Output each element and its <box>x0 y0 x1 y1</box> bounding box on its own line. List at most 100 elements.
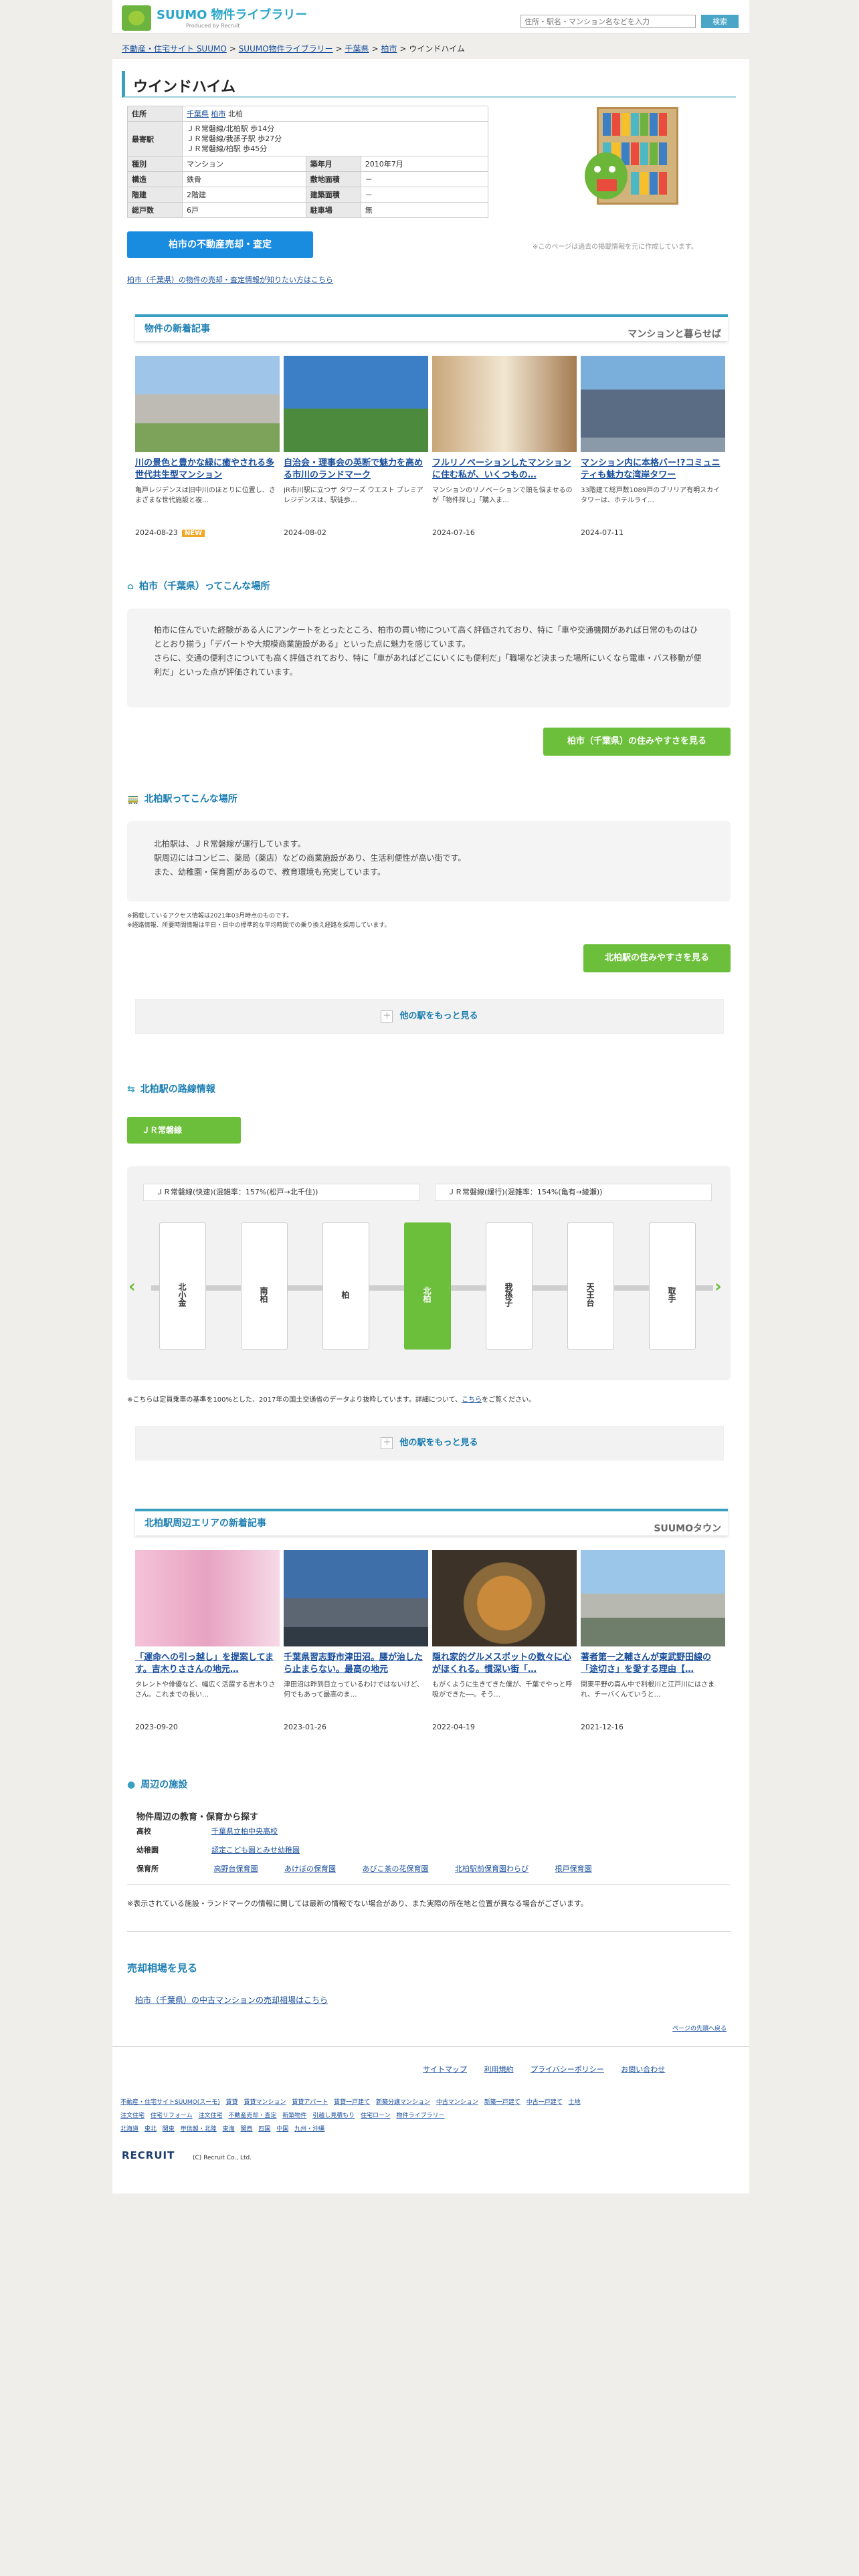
footer-small-link[interactable]: 賃貸マンション <box>244 2099 286 2106</box>
footer-small-link[interactable]: 新築物件 <box>282 2113 306 2119</box>
footer-small-link[interactable]: 東海 <box>223 2126 235 2133</box>
facility-link[interactable]: あけぼの保育園 <box>284 1864 336 1873</box>
article-title[interactable]: 自治会・理事会の英断で魅力を高める市川のランドマーク <box>284 457 428 481</box>
article-thumbnail[interactable] <box>581 356 725 452</box>
more-stations-button[interactable]: ＋他の駅をもっと見る <box>135 999 724 1034</box>
footer-small-link[interactable]: 賃貸 <box>226 2099 238 2106</box>
footer-small-link[interactable]: 住宅ローン <box>361 2113 391 2119</box>
sell-assessment-button[interactable]: 柏市の不動産売却・査定 <box>127 231 313 258</box>
article-card[interactable]: 「運命への引っ越し」を提案してます。吉木りささんの地元… タレントや俳優など、幅… <box>135 1550 280 1731</box>
city-livability-button[interactable]: 柏市（千葉県）の住みやすさを見る <box>543 728 731 756</box>
article-card[interactable]: 千葉県習志野市津田沼。腰が治したら止まらない。最高の地元 津田沼は昨到目立ってい… <box>284 1550 428 1731</box>
station-kashiwa[interactable]: 柏 <box>322 1222 369 1350</box>
footer-small-link[interactable]: 住宅リフォーム <box>151 2113 193 2119</box>
article-thumbnail[interactable] <box>284 356 428 452</box>
footer-small-link[interactable]: 東北 <box>145 2126 157 2133</box>
footer-small-link[interactable]: 新築分譲マンション <box>376 2099 430 2106</box>
station-livability-button[interactable]: 北柏駅の住みやすさを見る <box>583 944 731 972</box>
article-thumbnail[interactable] <box>284 1550 428 1646</box>
next-station-arrow-icon[interactable]: › <box>714 1273 731 1300</box>
address-pref-link[interactable]: 千葉県 <box>187 110 209 118</box>
parking-label: 駐車場 <box>305 202 361 218</box>
footer-small-link[interactable]: 中古マンション <box>436 2099 478 2106</box>
footer-link-privacy[interactable]: プライバシーポリシー <box>531 2065 604 2074</box>
footer-link-contact[interactable]: お問い合わせ <box>621 2065 665 2074</box>
article-thumbnail[interactable] <box>432 1550 577 1646</box>
article-thumbnail[interactable] <box>581 1550 725 1646</box>
facility-link[interactable]: 千葉県立柏中央高校 <box>211 1827 278 1836</box>
article-title[interactable]: 隠れ家的グルメスポットの数々に心がほくれる。慣深い街「… <box>432 1652 577 1676</box>
footer-small-link[interactable]: 新築一戸建て <box>484 2099 520 2106</box>
footer-small-link[interactable]: 不動産・住宅サイトSUUMO(スーモ) <box>120 2099 220 2106</box>
breadcrumb-suumo[interactable]: 不動産・住宅サイト SUUMO <box>122 44 227 53</box>
header-search-input[interactable] <box>520 15 696 28</box>
facility-link[interactable]: 認定こども園とみせ幼稚園 <box>211 1846 300 1854</box>
facility-link[interactable]: 北柏駅前保育園わらび <box>455 1864 529 1873</box>
suumo-town-logo[interactable]: SUUMOタウン <box>654 1517 721 1541</box>
footer-small-link[interactable]: 九州・沖縄 <box>294 2126 324 2133</box>
land-label: 敷地面積 <box>305 171 361 187</box>
footer-small-link[interactable]: 注文住宅 <box>120 2113 145 2119</box>
article-card[interactable]: 自治会・理事会の英断で魅力を高める市川のランドマーク JR市川駅に立つザ タワー… <box>284 356 428 537</box>
breadcrumb-library[interactable]: SUUMO物件ライブラリー <box>239 44 333 53</box>
article-title[interactable]: マンション内に本格バー!?コミュニティも魅力な湾岸タワー <box>581 457 725 481</box>
article-date: 2024-07-11 <box>581 528 624 537</box>
footer-small-link[interactable]: 関東 <box>163 2126 175 2133</box>
mansion-kurashi-logo[interactable]: マンションと暮らせば <box>628 322 721 346</box>
prev-station-arrow-icon[interactable]: ‹ <box>128 1273 145 1300</box>
articles-heading: 物件の新着記事 マンションと暮らせば <box>135 314 728 341</box>
facility-link[interactable]: 根戸保育園 <box>555 1864 592 1873</box>
article-title[interactable]: 千葉県習志野市津田沼。腰が治したら止まらない。最高の地元 <box>284 1652 428 1676</box>
more-stations-button-2[interactable]: ＋他の駅をもっと見る <box>135 1426 724 1461</box>
address-city-link[interactable]: 柏市 <box>211 110 226 118</box>
footer-link-sitemap[interactable]: サイトマップ <box>423 2065 467 2074</box>
article-card[interactable]: 川の景色と豊かな緑に癒やされる多世代共生型マンション 亀戸レジデンスは旧中川のほ… <box>135 356 280 537</box>
crowding-detail-link[interactable]: こちら <box>462 1396 482 1404</box>
tab-joban-line[interactable]: ＪＲ常磐線 <box>127 1117 241 1144</box>
plus-icon: ＋ <box>381 1010 393 1023</box>
station-kitakogane[interactable]: 北小金 <box>159 1222 206 1350</box>
article-title[interactable]: フルリノベーションしたマンションに住む私が、いくつもの… <box>432 457 577 481</box>
footer-small-link[interactable]: 甲信越・北陸 <box>181 2126 217 2133</box>
header-search-button[interactable]: 検索 <box>701 15 739 28</box>
back-to-top-link[interactable]: ページの先頭へ戻る <box>672 2024 727 2032</box>
article-card[interactable]: マンション内に本格バー!?コミュニティも魅力な湾岸タワー 33階建て総戸数108… <box>581 356 725 537</box>
facility-link[interactable]: 高野台保育園 <box>214 1864 258 1873</box>
article-title[interactable]: 川の景色と豊かな緑に癒やされる多世代共生型マンション <box>135 457 280 481</box>
station-toride[interactable]: 取手 <box>649 1222 696 1350</box>
footer-small-link[interactable]: 関西 <box>240 2126 252 2133</box>
article-thumbnail[interactable] <box>432 356 577 452</box>
sell-info-link[interactable]: 柏市（千葉県）の物件の売却・査定情報が知りたい方はこちら <box>127 274 333 285</box>
breadcrumb-chiba[interactable]: 千葉県 <box>345 44 369 53</box>
article-card[interactable]: フルリノベーションしたマンションに住む私が、いくつもの… マンションのリノベーシ… <box>432 356 577 537</box>
article-title[interactable]: 著者第一之輔さんが東武野田線の「途切さ」を愛する理由【… <box>581 1652 725 1676</box>
station-value: ＪＲ常磐線/北柏駅 歩14分 ＪＲ常磐線/我孫子駅 歩27分 ＪＲ常磐線/柏駅 歩4… <box>182 121 488 156</box>
article-card[interactable]: 著者第一之輔さんが東武野田線の「途切さ」を愛する理由【… 関東平野の真ん中で利根… <box>581 1550 725 1731</box>
station-kitakashiwa[interactable]: 北柏 <box>404 1222 451 1350</box>
footer-small-link[interactable]: 引越し見積もり <box>312 2113 355 2119</box>
footer-small-link[interactable]: 四国 <box>258 2126 270 2133</box>
article-title[interactable]: 「運命への引っ越し」を提案してます。吉木りささんの地元… <box>135 1652 280 1676</box>
facility-link[interactable]: あびこ茶の花保育園 <box>363 1864 429 1873</box>
price-link[interactable]: 柏市（千葉県）の中古マンションの売却相場はこちら <box>135 1994 328 2006</box>
footer-small-link[interactable]: 中国 <box>276 2126 288 2133</box>
article-desc: 関東平野の真ん中で利根川と江戸川にはさまれ、チーバくんていうと… <box>581 1681 714 1699</box>
footer-small-link[interactable]: 土地 <box>569 2099 581 2106</box>
footer-small-link[interactable]: 不動産売却・査定 <box>228 2113 276 2119</box>
article-card[interactable]: 隠れ家的グルメスポットの数々に心がほくれる。慣深い街「… もがくように生きてきた… <box>432 1550 577 1731</box>
article-thumbnail[interactable] <box>135 356 280 452</box>
footer-small-link[interactable]: 北海道 <box>120 2126 138 2133</box>
footer-small-link[interactable]: 注文住宅 <box>199 2113 223 2119</box>
station-minamikashiwa[interactable]: 南柏 <box>241 1222 288 1350</box>
footer-small-link[interactable]: 中古一戸建て <box>527 2099 563 2106</box>
station-abiko[interactable]: 我孫子 <box>486 1222 533 1350</box>
article-thumbnail[interactable] <box>135 1550 280 1646</box>
recruit-logo[interactable]: RECRUIT <box>122 2149 175 2161</box>
station-tennodai[interactable]: 天王台 <box>567 1222 614 1350</box>
suumo-logo[interactable]: SUUMO 物件ライブラリー Produced by Recruit <box>122 5 307 31</box>
footer-small-link[interactable]: 賃貸一戸建て <box>334 2099 370 2106</box>
footer-link-terms[interactable]: 利用規約 <box>484 2065 514 2074</box>
footer-small-link[interactable]: 物件ライブラリー <box>397 2113 445 2119</box>
footer-small-link[interactable]: 賃貸アパート <box>292 2099 328 2106</box>
breadcrumb-kashiwa[interactable]: 柏市 <box>381 44 397 53</box>
